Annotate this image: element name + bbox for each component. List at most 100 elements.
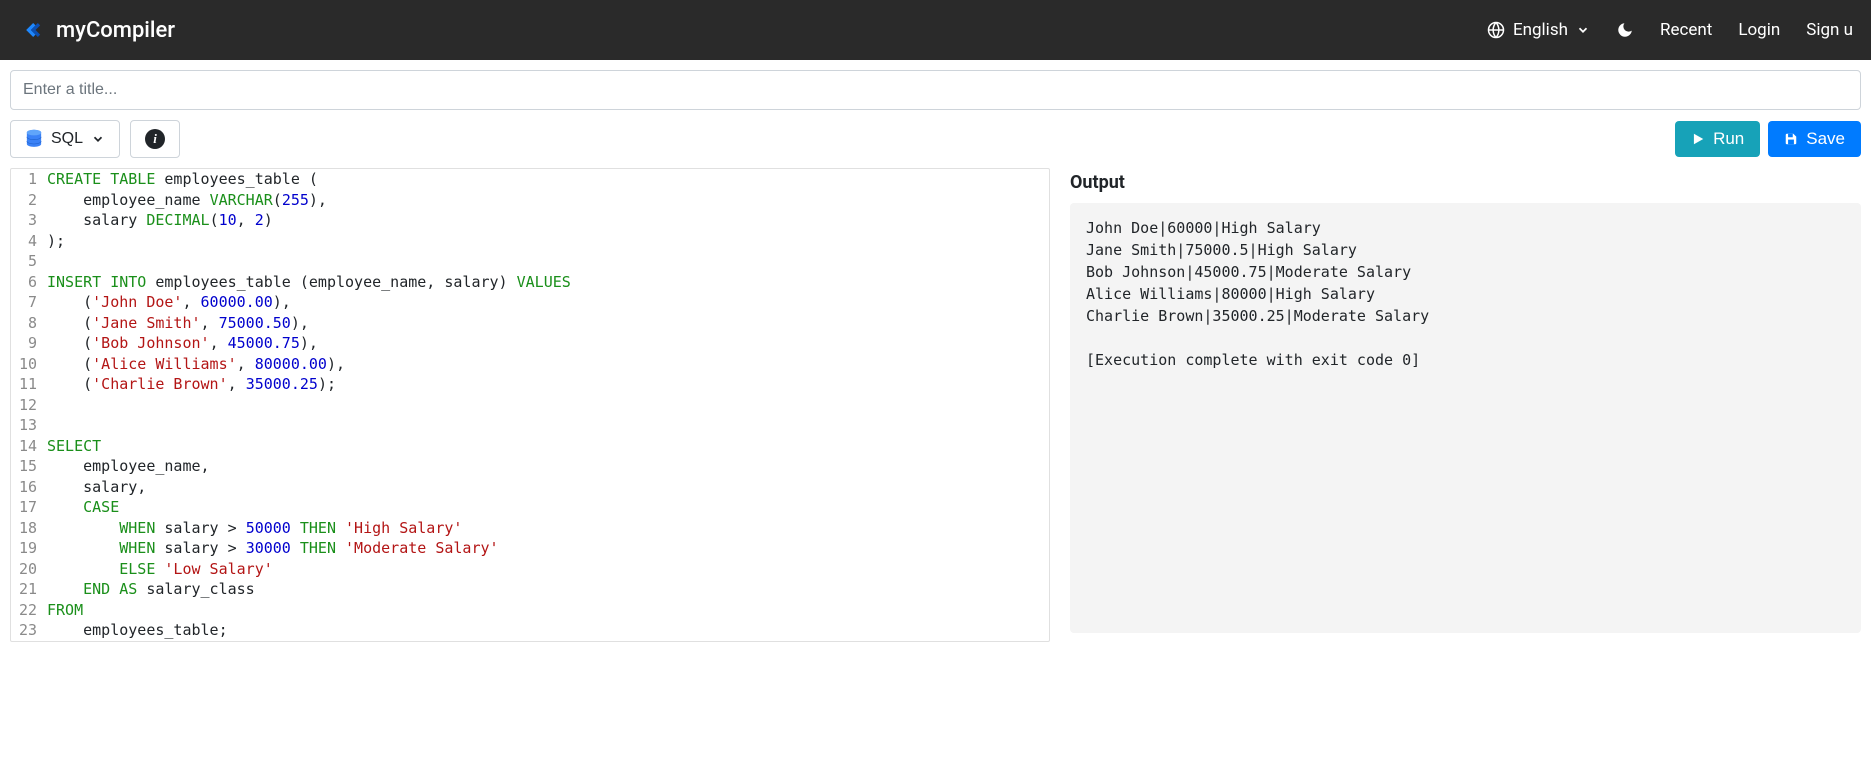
line-number: 5 xyxy=(11,251,47,272)
database-icon xyxy=(25,129,43,149)
main-panes: 1CREATE TABLE employees_table (2 employe… xyxy=(0,168,1871,642)
line-content: WHEN salary > 30000 THEN 'Moderate Salar… xyxy=(47,538,499,559)
code-line[interactable]: 10 ('Alice Williams', 80000.00), xyxy=(11,354,1049,375)
line-number: 3 xyxy=(11,210,47,231)
line-content: salary, xyxy=(47,477,146,498)
code-line[interactable]: 12 xyxy=(11,395,1049,416)
line-content: CREATE TABLE employees_table ( xyxy=(47,169,318,190)
line-content: FROM xyxy=(47,600,83,621)
line-number: 9 xyxy=(11,333,47,354)
line-number: 13 xyxy=(11,415,47,436)
code-line[interactable]: 15 employee_name, xyxy=(11,456,1049,477)
code-line[interactable]: 22FROM xyxy=(11,600,1049,621)
save-icon xyxy=(1784,132,1798,146)
line-content: ('Charlie Brown', 35000.25); xyxy=(47,374,336,395)
code-line[interactable]: 11 ('Charlie Brown', 35000.25); xyxy=(11,374,1049,395)
language-selector[interactable]: English xyxy=(1487,20,1590,40)
line-number: 20 xyxy=(11,559,47,580)
globe-icon xyxy=(1487,21,1505,39)
code-editor[interactable]: 1CREATE TABLE employees_table (2 employe… xyxy=(10,168,1050,642)
nav-login-label: Login xyxy=(1738,20,1780,40)
line-number: 19 xyxy=(11,538,47,559)
code-line[interactable]: 8 ('Jane Smith', 75000.50), xyxy=(11,313,1049,334)
code-line[interactable]: 3 salary DECIMAL(10, 2) xyxy=(11,210,1049,231)
line-number: 12 xyxy=(11,395,47,416)
line-number: 21 xyxy=(11,579,47,600)
line-number: 10 xyxy=(11,354,47,375)
code-line[interactable]: 5 xyxy=(11,251,1049,272)
top-nav: English Recent Login Sign u xyxy=(1487,20,1853,40)
nav-login[interactable]: Login xyxy=(1738,20,1780,40)
line-content: ('Alice Williams', 80000.00), xyxy=(47,354,345,375)
run-button-label: Run xyxy=(1713,129,1744,149)
line-number: 23 xyxy=(11,620,47,641)
nav-recent[interactable]: Recent xyxy=(1660,20,1712,40)
run-button[interactable]: Run xyxy=(1675,121,1760,157)
code-line[interactable]: 17 CASE xyxy=(11,497,1049,518)
code-line[interactable]: 16 salary, xyxy=(11,477,1049,498)
line-number: 4 xyxy=(11,231,47,252)
code-line[interactable]: 14SELECT xyxy=(11,436,1049,457)
line-number: 6 xyxy=(11,272,47,293)
code-line[interactable]: 9 ('Bob Johnson', 45000.75), xyxy=(11,333,1049,354)
save-button[interactable]: Save xyxy=(1768,121,1861,157)
line-content: employees_table; xyxy=(47,620,228,641)
line-content: ('John Doe', 60000.00), xyxy=(47,292,291,313)
line-number: 15 xyxy=(11,456,47,477)
code-line[interactable]: 4); xyxy=(11,231,1049,252)
save-button-label: Save xyxy=(1806,129,1845,149)
chevron-down-icon xyxy=(91,132,105,146)
brand-logo[interactable]: myCompiler xyxy=(18,16,175,44)
code-line[interactable]: 13 xyxy=(11,415,1049,436)
line-content: CASE xyxy=(47,497,119,518)
code-line[interactable]: 1CREATE TABLE employees_table ( xyxy=(11,169,1049,190)
code-line[interactable]: 19 WHEN salary > 30000 THEN 'Moderate Sa… xyxy=(11,538,1049,559)
line-content: ('Jane Smith', 75000.50), xyxy=(47,313,309,334)
info-button[interactable]: i xyxy=(130,120,180,158)
line-content: ELSE 'Low Salary' xyxy=(47,559,273,580)
nav-signup[interactable]: Sign u xyxy=(1806,20,1853,40)
brand-name: myCompiler xyxy=(56,18,175,43)
play-icon xyxy=(1691,132,1705,146)
line-number: 17 xyxy=(11,497,47,518)
line-number: 2 xyxy=(11,190,47,211)
code-line[interactable]: 7 ('John Doe', 60000.00), xyxy=(11,292,1049,313)
line-content: ); xyxy=(47,231,65,252)
brand-icon xyxy=(18,16,46,44)
line-number: 14 xyxy=(11,436,47,457)
code-line[interactable]: 21 END AS salary_class xyxy=(11,579,1049,600)
language-dropdown-label: SQL xyxy=(51,130,83,148)
code-line[interactable]: 20 ELSE 'Low Salary' xyxy=(11,559,1049,580)
title-container xyxy=(0,60,1871,120)
code-line[interactable]: 23 employees_table; xyxy=(11,620,1049,641)
line-number: 22 xyxy=(11,600,47,621)
line-number: 18 xyxy=(11,518,47,539)
output-title: Output xyxy=(1070,168,1861,203)
line-content: employee_name VARCHAR(255), xyxy=(47,190,327,211)
line-content: INSERT INTO employees_table (employee_na… xyxy=(47,272,571,293)
toolbar: SQL i Run Save xyxy=(0,120,1871,168)
code-line[interactable]: 6INSERT INTO employees_table (employee_n… xyxy=(11,272,1049,293)
output-text: John Doe|60000|High Salary Jane Smith|75… xyxy=(1070,203,1861,633)
info-icon: i xyxy=(145,129,165,149)
line-content: END AS salary_class xyxy=(47,579,255,600)
output-pane: Output John Doe|60000|High Salary Jane S… xyxy=(1070,168,1861,642)
code-line[interactable]: 18 WHEN salary > 50000 THEN 'High Salary… xyxy=(11,518,1049,539)
line-number: 1 xyxy=(11,169,47,190)
code-lines: 1CREATE TABLE employees_table (2 employe… xyxy=(11,169,1049,641)
nav-signup-label: Sign u xyxy=(1806,20,1853,40)
code-line[interactable]: 2 employee_name VARCHAR(255), xyxy=(11,190,1049,211)
line-number: 16 xyxy=(11,477,47,498)
language-dropdown[interactable]: SQL xyxy=(10,120,120,158)
line-content: WHEN salary > 50000 THEN 'High Salary' xyxy=(47,518,462,539)
line-content: salary DECIMAL(10, 2) xyxy=(47,210,273,231)
line-number: 7 xyxy=(11,292,47,313)
nav-recent-label: Recent xyxy=(1660,20,1712,40)
title-input[interactable] xyxy=(10,70,1861,110)
language-label: English xyxy=(1513,20,1568,40)
topbar: myCompiler English Recent Login Sign u xyxy=(0,0,1871,60)
dark-mode-toggle[interactable] xyxy=(1616,21,1634,39)
line-number: 8 xyxy=(11,313,47,334)
line-content: employee_name, xyxy=(47,456,210,477)
line-content: SELECT xyxy=(47,436,101,457)
